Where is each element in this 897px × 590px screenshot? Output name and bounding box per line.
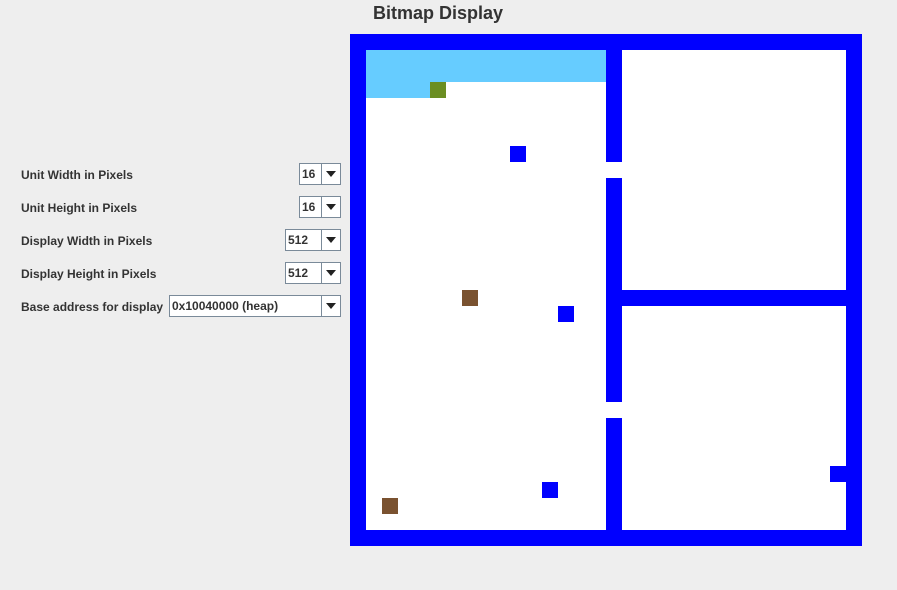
display-height-setting: Display Height in Pixels 512 [21, 262, 341, 286]
base-address-setting: Base address for display 0x10040000 (hea… [21, 295, 341, 319]
display-width-value: 512 [288, 233, 309, 247]
chevron-down-icon[interactable] [321, 164, 340, 184]
unit-height-label: Unit Height in Pixels [21, 201, 138, 215]
display-width-label: Display Width in Pixels [21, 234, 153, 248]
wall-top [350, 34, 862, 50]
chevron-down-icon[interactable] [321, 296, 340, 316]
unit-height-value: 16 [302, 200, 316, 214]
unit-width-select[interactable]: 16 [299, 163, 341, 185]
display-height-select[interactable]: 512 [285, 262, 341, 284]
wall-nub [830, 466, 846, 482]
enemy-unit [542, 482, 558, 498]
wall-right [846, 34, 862, 546]
chevron-down-icon[interactable] [321, 230, 340, 250]
enemy-unit [558, 306, 574, 322]
base-address-select[interactable]: 0x10040000 (heap) [169, 295, 341, 317]
wall-divider [606, 418, 622, 530]
base-address-label: Base address for display [21, 300, 164, 314]
water-area [366, 50, 606, 82]
chevron-down-icon[interactable] [321, 197, 340, 217]
unit-width-label: Unit Width in Pixels [21, 168, 133, 182]
unit-width-value: 16 [302, 167, 316, 181]
item-unit [462, 290, 478, 306]
base-address-value: 0x10040000 (heap) [172, 299, 279, 313]
unit-height-setting: Unit Height in Pixels 16 [21, 196, 341, 220]
window-title: Bitmap Display [373, 3, 504, 23]
bitmap-canvas [350, 34, 862, 546]
unit-height-select[interactable]: 16 [299, 196, 341, 218]
chevron-down-icon[interactable] [321, 263, 340, 283]
wall-left [350, 34, 366, 546]
wall-bottom [350, 530, 862, 546]
player-unit [430, 82, 446, 98]
display-width-select[interactable]: 512 [285, 229, 341, 251]
water-area [366, 82, 430, 98]
unit-width-setting: Unit Width in Pixels 16 [21, 163, 341, 187]
wall-horizontal [622, 290, 846, 306]
bitmap-svg [350, 34, 862, 546]
display-width-setting: Display Width in Pixels 512 [21, 229, 341, 253]
wall-divider [606, 50, 622, 162]
display-height-value: 512 [288, 266, 309, 280]
bitmap-display-window: Bitmap Display Unit Width in Pixels 16 U… [0, 0, 897, 590]
item-unit [382, 498, 398, 514]
display-height-label: Display Height in Pixels [21, 267, 157, 281]
enemy-unit [510, 146, 526, 162]
wall-divider [606, 178, 622, 402]
